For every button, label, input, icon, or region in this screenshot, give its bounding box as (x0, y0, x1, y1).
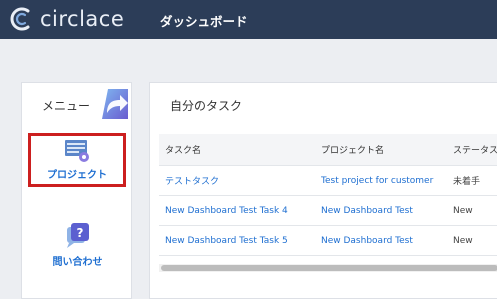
sidebar-item-project-label: プロジェクト (47, 170, 107, 181)
column-header-status[interactable]: ステータス (453, 134, 497, 165)
column-header-task-name[interactable]: タスク名 (165, 134, 315, 165)
scrollbar-thumb[interactable] (161, 265, 497, 271)
sidebar-menu: メニュー プロジェクト ? 問い合わせ (21, 82, 132, 299)
project-link[interactable]: New Dashboard Test (321, 226, 447, 255)
status-text: New (453, 205, 473, 216)
sidebar-item-project[interactable]: プロジェクト (28, 133, 126, 187)
circlace-logo-icon (10, 7, 30, 31)
sidebar-item-inquiry[interactable]: ? 問い合わせ (22, 221, 133, 268)
top-bar: circlace ダッシュボード (0, 0, 497, 39)
table-row: New Dashboard Test Task 5 New Dashboard … (159, 226, 497, 256)
task-link[interactable]: テストタスク (165, 166, 315, 195)
menu-heading: メニュー (42, 99, 91, 113)
table-row: テストタスク Test project for customer 未着手 (159, 166, 497, 196)
page-title: ダッシュボード (160, 14, 248, 29)
brand-logo[interactable]: circlace (8, 6, 124, 32)
task-link[interactable]: New Dashboard Test Task 5 (165, 226, 315, 255)
brand-name: circlace (40, 7, 125, 31)
task-table: タスク名 プロジェクト名 ステータス テストタスク Test project f… (159, 134, 497, 256)
panel-title: 自分のタスク (170, 99, 243, 113)
project-link[interactable]: New Dashboard Test (321, 196, 447, 225)
menu-header[interactable]: メニュー (22, 83, 133, 127)
project-settings-icon (65, 140, 89, 162)
my-tasks-panel: 自分のタスク タスク名 プロジェクト名 ステータス テストタスク Test pr… (149, 82, 497, 299)
project-link[interactable]: Test project for customer (321, 166, 447, 195)
table-header-row: タスク名 プロジェクト名 ステータス (159, 134, 497, 166)
status-text: New (453, 235, 473, 246)
question-chat-icon: ? (66, 223, 89, 248)
status-text: 未着手 (453, 177, 481, 187)
column-header-project-name[interactable]: プロジェクト名 (321, 134, 447, 165)
sidebar-item-inquiry-label: 問い合わせ (52, 257, 103, 268)
table-row: New Dashboard Test Task 4 New Dashboard … (159, 196, 497, 226)
task-link[interactable]: New Dashboard Test Task 4 (165, 196, 315, 225)
menu-toggle-arrow-icon[interactable] (98, 87, 130, 121)
horizontal-scrollbar[interactable] (159, 264, 497, 272)
svg-text:?: ? (76, 226, 83, 240)
